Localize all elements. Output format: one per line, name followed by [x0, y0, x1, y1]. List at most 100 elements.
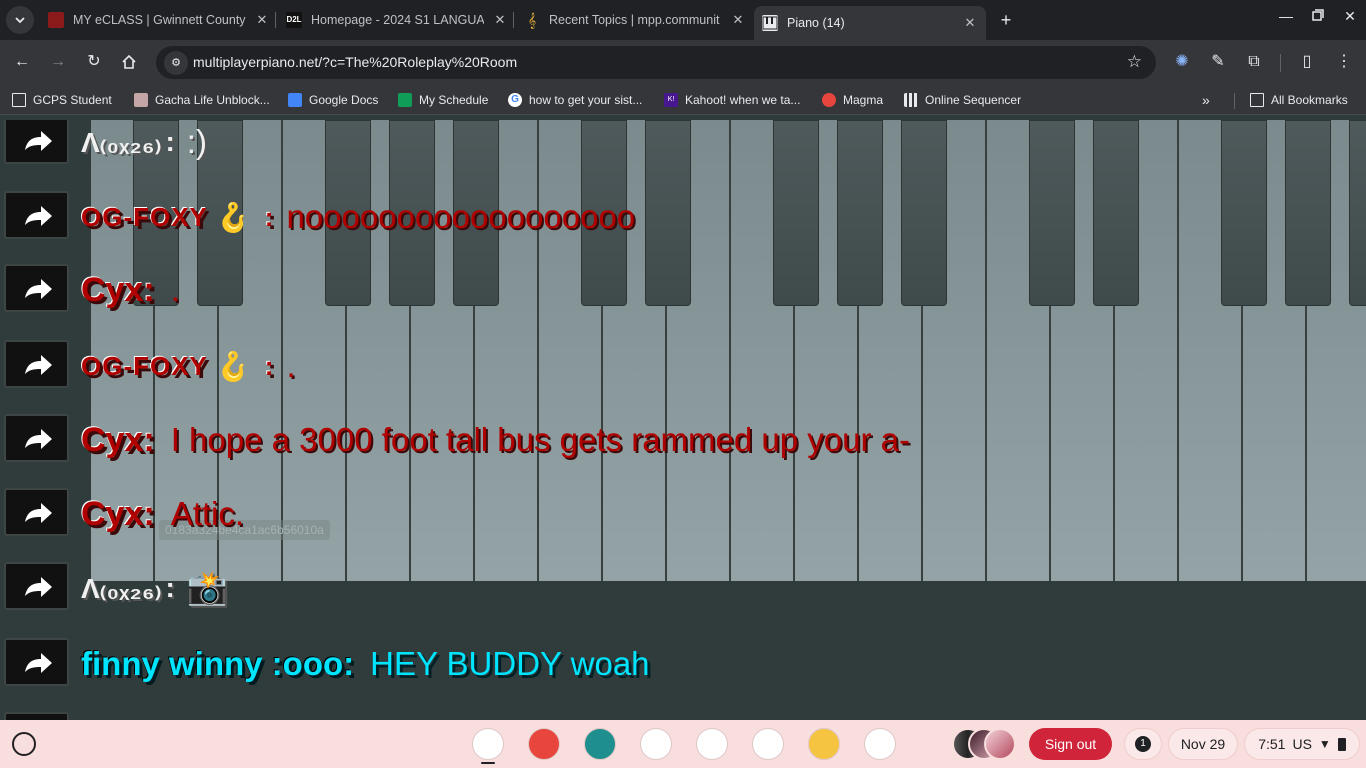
extension-edit-icon[interactable]: ✎ [1206, 50, 1230, 74]
sheets-icon [398, 93, 412, 107]
browser-toolbar: ← → ↻ ⚙ multiplayerpiano.net/?c=The%20Ro… [0, 40, 1366, 85]
system-shelf: Sign out 1 Nov 29 7:51 US ▼ [0, 720, 1366, 768]
chat-text: :) [186, 123, 207, 160]
minimize-icon[interactable]: — [1274, 8, 1298, 24]
tab-mpp-community[interactable]: 𝄞 Recent Topics | mpp.communit ✕ [524, 0, 746, 40]
tab-d2l[interactable]: D2L Homepage - 2024 S1 LANGUAG ✕ [286, 0, 508, 40]
notification-pill[interactable]: 1 [1124, 728, 1162, 760]
kahoot-icon: K! [664, 93, 678, 107]
more-bookmarks-chevron-icon[interactable]: » [1202, 91, 1210, 109]
reply-arrow-icon [25, 503, 52, 523]
magma-icon [822, 93, 836, 107]
launcher-circle-icon[interactable] [12, 732, 36, 756]
chrome-app-icon[interactable] [472, 728, 504, 760]
chevron-down-icon [15, 17, 25, 24]
bookmark-online-sequencer[interactable]: Online Sequencer [904, 91, 1021, 109]
chat-text: . [170, 271, 180, 308]
chat-message: Cyx: Attic. [0, 488, 1366, 548]
close-window-icon[interactable]: ✕ [1338, 8, 1362, 25]
reply-arrow-icon [25, 279, 52, 299]
reply-button[interactable] [4, 488, 69, 536]
notes-app-icon[interactable] [752, 728, 784, 760]
sequencer-icon [904, 93, 918, 107]
close-icon[interactable]: ✕ [730, 12, 746, 28]
chat-nick[interactable]: OG-FOXY [81, 351, 208, 382]
side-panel-icon[interactable]: ▯ [1295, 50, 1319, 74]
restore-window-icon[interactable] [1306, 8, 1330, 24]
paint-app-icon[interactable] [864, 728, 896, 760]
emoji-app-icon[interactable] [808, 728, 840, 760]
tab-search-button[interactable] [6, 6, 34, 34]
extensions-puzzle-icon[interactable]: ⧉ [1242, 50, 1266, 74]
home-icon[interactable] [117, 50, 141, 74]
chat-nick[interactable]: Λ₍₀ₓ₂₆₎ [81, 572, 161, 605]
music-note-icon: 𝄞 [527, 12, 537, 28]
status-tray[interactable]: 7:51 US ▼ [1244, 728, 1360, 760]
chat-nick[interactable]: Λ₍₀ₓ₂₆₎ [81, 126, 161, 159]
bookmark-google-docs[interactable]: Google Docs [288, 91, 378, 109]
bookmark-google-search[interactable]: G how to get your sist... [508, 91, 642, 109]
reply-arrow-icon [25, 653, 52, 673]
chat-message-partial [0, 712, 1366, 720]
reply-button[interactable] [4, 638, 69, 686]
chat-text: . [286, 347, 296, 384]
reply-button[interactable] [4, 340, 69, 388]
close-icon[interactable]: ✕ [492, 12, 508, 28]
bookmark-magma[interactable]: Magma [822, 91, 883, 109]
reply-button[interactable] [4, 414, 69, 462]
account-avatars[interactable] [952, 728, 1018, 760]
tab-eclass[interactable]: MY eCLASS | Gwinnett County P ✕ [48, 0, 270, 40]
reload-icon[interactable]: ↻ [82, 50, 106, 74]
reply-button[interactable] [4, 264, 69, 312]
tab-divider [513, 12, 514, 28]
bookmark-star-icon[interactable]: ☆ [1127, 52, 1142, 72]
chat-nick[interactable]: Cyx: [81, 421, 155, 460]
chat-nick[interactable]: OG-FOXY [81, 202, 208, 233]
extension-gear-icon[interactable]: ✺ [1170, 50, 1194, 74]
chat-text: I hope a 3000 foot tall bus gets rammed … [170, 421, 910, 458]
chat-nick[interactable]: Cyx: [81, 495, 155, 534]
bookmark-kahoot[interactable]: K! Kahoot! when we ta... [664, 91, 800, 109]
piano-page: 0183a324be4ca1ac6b56010a Λ₍₀ₓ₂₆₎ : :) OG… [0, 120, 1366, 720]
back-arrow-icon[interactable]: ← [10, 50, 34, 74]
address-bar[interactable]: ⚙ multiplayerpiano.net/?c=The%20Roleplay… [156, 46, 1156, 79]
new-tab-plus-icon[interactable]: + [996, 10, 1016, 30]
reply-arrow-icon [25, 131, 52, 151]
close-icon[interactable]: ✕ [254, 12, 270, 28]
chat-nick[interactable]: finny winny :ooo: [81, 645, 354, 683]
tab-divider [275, 12, 276, 28]
reply-button[interactable] [4, 712, 69, 720]
bookmark-gcps-student[interactable]: GCPS Student [12, 91, 112, 109]
bookmark-my-schedule[interactable]: My Schedule [398, 91, 488, 109]
camera-flash-emoji-icon: 📸 [186, 568, 228, 606]
url-text: multiplayerpiano.net/?c=The%20Roleplay%2… [193, 54, 518, 70]
date-pill[interactable]: Nov 29 [1168, 728, 1238, 760]
active-app-indicator [481, 762, 495, 764]
close-icon[interactable]: ✕ [962, 15, 978, 31]
menu-dots-icon[interactable]: ⋮ [1332, 50, 1356, 74]
hook-emoji-icon: 🪝 [215, 350, 251, 382]
all-bookmarks-folder[interactable]: All Bookmarks [1250, 91, 1348, 109]
google-icon: G [508, 93, 522, 107]
canvas-app-icon[interactable] [528, 728, 560, 760]
chat-text: Attic. [170, 495, 245, 532]
chat-nick[interactable]: Cyx: [81, 271, 155, 310]
reply-button[interactable] [4, 191, 69, 239]
chat-separator: : [165, 126, 175, 157]
tab-piano[interactable]: Piano (14) ✕ [754, 6, 986, 40]
reply-button[interactable] [4, 120, 69, 164]
avatar [984, 728, 1016, 760]
bookmark-gacha-life[interactable]: Gacha Life Unblock... [134, 91, 270, 109]
reply-arrow-icon [25, 355, 52, 375]
wifi-icon: ▼ [1318, 737, 1331, 751]
battery-icon [1337, 737, 1346, 751]
drive-app-icon[interactable] [640, 728, 672, 760]
reply-button[interactable] [4, 562, 69, 610]
clock-app-icon[interactable] [696, 728, 728, 760]
site-settings-icon[interactable]: ⚙ [164, 51, 188, 75]
school-logo-icon [48, 12, 64, 28]
chat-text: noooooooooooooooooo [286, 198, 636, 235]
forward-arrow-icon[interactable]: → [46, 50, 70, 74]
sign-out-button[interactable]: Sign out [1029, 728, 1112, 760]
classroom-app-icon[interactable] [584, 728, 616, 760]
